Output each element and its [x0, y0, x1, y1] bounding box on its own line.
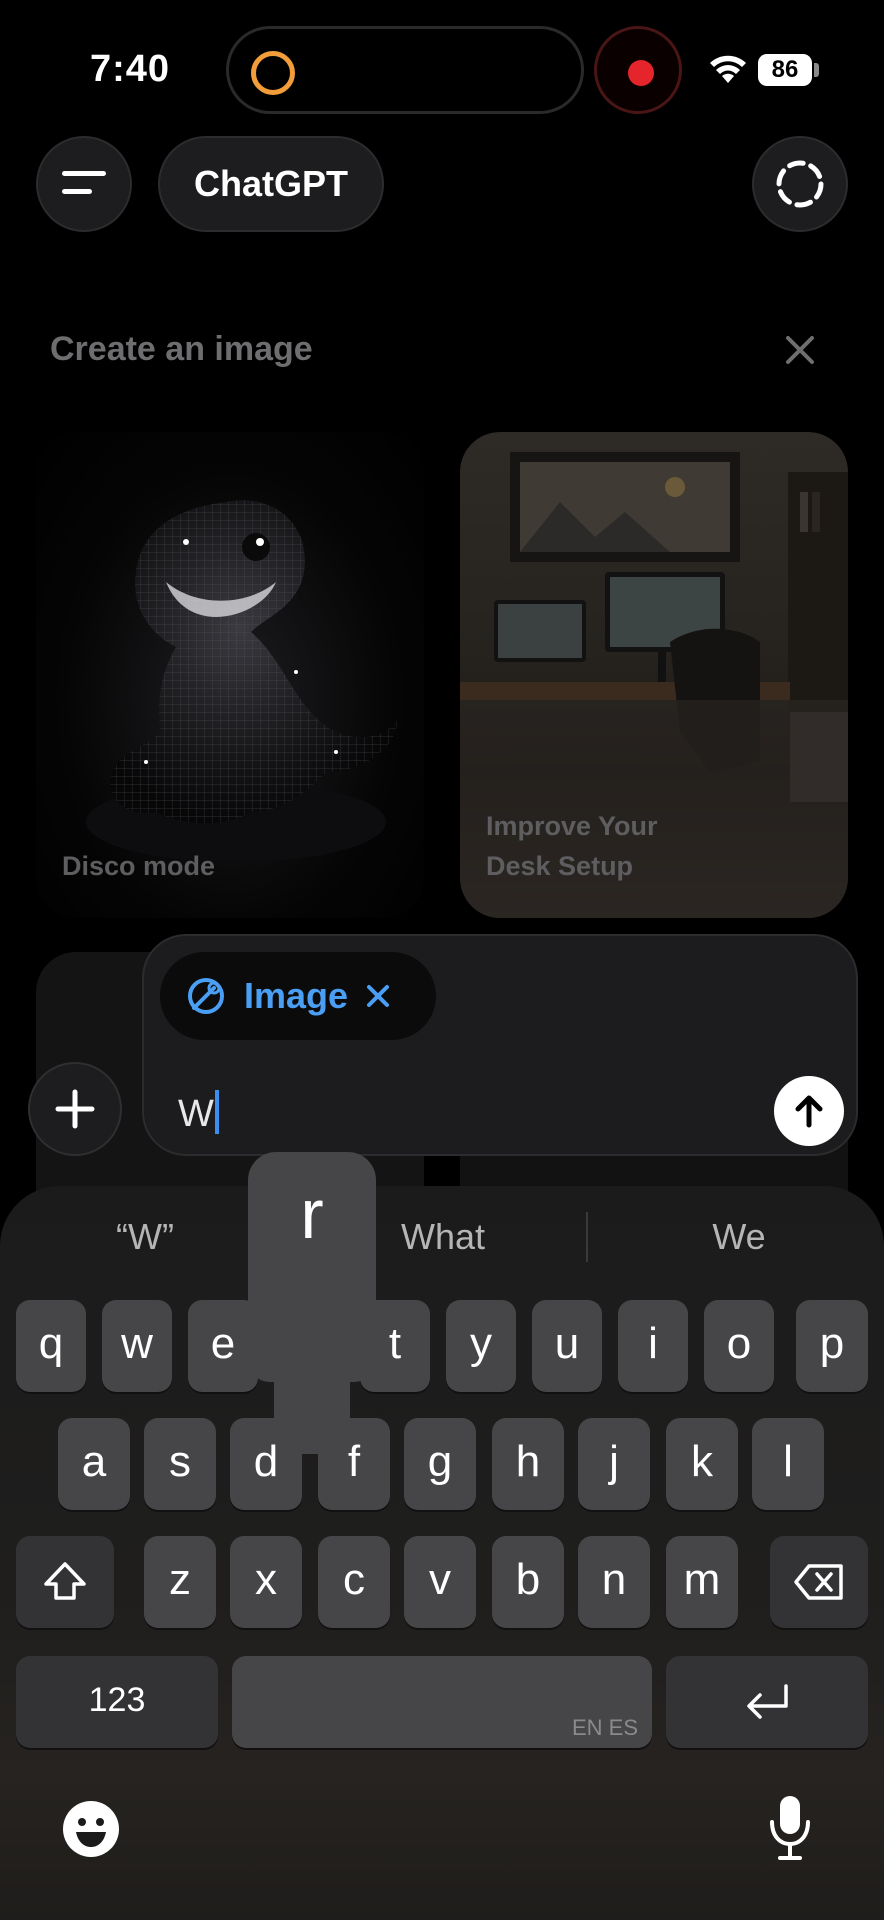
screen-recording-indicator[interactable] — [594, 26, 682, 114]
key-a[interactable]: a — [58, 1418, 130, 1510]
key-p[interactable]: p — [796, 1300, 868, 1392]
key-i[interactable]: i — [618, 1300, 688, 1392]
add-attachment-button[interactable] — [28, 1062, 122, 1156]
sidebar-menu-button[interactable] — [36, 136, 132, 232]
key-g[interactable]: g — [404, 1418, 476, 1510]
suggestion-card-desk-setup[interactable]: Improve Your Desk Setup — [460, 432, 848, 918]
key-b[interactable]: b — [492, 1536, 564, 1628]
microphone-icon[interactable] — [768, 1794, 812, 1862]
key-y[interactable]: y — [446, 1300, 516, 1392]
card-label: Disco mode — [62, 851, 216, 881]
palette-icon — [188, 978, 224, 1014]
suggestion-we[interactable]: We — [634, 1216, 844, 1258]
image-tool-chip[interactable]: Image — [160, 952, 436, 1040]
key-k[interactable]: k — [666, 1418, 738, 1510]
key-s[interactable]: s — [144, 1418, 216, 1510]
shift-icon — [44, 1562, 86, 1600]
menu-icon — [62, 171, 106, 197]
dashed-circle-icon — [776, 160, 824, 208]
key-c[interactable]: c — [318, 1536, 390, 1628]
emoji-icon[interactable] — [62, 1800, 120, 1858]
temporary-chat-button[interactable] — [752, 136, 848, 232]
model-selector[interactable]: ChatGPT — [158, 136, 385, 232]
key-w[interactable]: w — [102, 1300, 172, 1392]
numbers-key[interactable]: 123 — [16, 1656, 218, 1748]
key-q[interactable]: q — [16, 1300, 86, 1392]
message-input[interactable]: W — [178, 1090, 219, 1136]
space-key[interactable]: EN ES — [232, 1656, 652, 1748]
dynamic-island — [226, 26, 584, 114]
arrow-up-icon — [795, 1095, 823, 1128]
plus-icon — [55, 1089, 95, 1129]
chip-label: Image — [244, 975, 349, 1016]
text-cursor — [214, 1090, 219, 1134]
key-j[interactable]: j — [578, 1418, 650, 1510]
battery-tip — [814, 63, 819, 77]
wifi-icon — [710, 55, 746, 83]
message-input-value: W — [178, 1093, 214, 1135]
section-heading: Create an image — [50, 330, 313, 368]
status-bar: 7:40 86 — [0, 0, 884, 140]
key-l[interactable]: l — [752, 1418, 824, 1510]
key-f[interactable]: f — [318, 1418, 390, 1510]
key-z[interactable]: z — [144, 1536, 216, 1628]
delete-key[interactable] — [770, 1536, 868, 1628]
key-d[interactable]: d — [230, 1418, 302, 1510]
suggestion-bar: “W” What We — [0, 1186, 884, 1292]
card-label: Improve Your Desk Setup — [486, 811, 658, 881]
key-n[interactable]: n — [578, 1536, 650, 1628]
key-press-preview: r — [248, 1152, 376, 1382]
key-h[interactable]: h — [492, 1418, 564, 1510]
remove-chip-icon[interactable] — [364, 982, 392, 1010]
suggestion-card-disco-mode[interactable]: Disco mode — [36, 432, 424, 918]
status-time: 7:40 — [90, 48, 171, 90]
record-dot-icon — [628, 60, 654, 86]
close-icon[interactable] — [780, 330, 820, 370]
message-composer: Image W — [142, 934, 858, 1156]
return-key[interactable] — [666, 1656, 868, 1748]
activity-ring-icon — [251, 51, 295, 95]
on-screen-keyboard: “W” What We q w e t y u i o p r a s d f … — [0, 1152, 884, 1920]
suggestion-quoted[interactable]: “W” — [40, 1216, 250, 1258]
key-x[interactable]: x — [230, 1536, 302, 1628]
pressed-key-letter: r — [300, 1175, 324, 1253]
key-v[interactable]: v — [404, 1536, 476, 1628]
send-button[interactable] — [774, 1076, 844, 1146]
return-icon — [747, 1684, 788, 1719]
key-m[interactable]: m — [666, 1536, 738, 1628]
language-hint: EN ES — [571, 1715, 638, 1740]
key-o[interactable]: o — [704, 1300, 774, 1392]
key-u[interactable]: u — [532, 1300, 602, 1392]
backspace-icon — [794, 1564, 843, 1600]
battery-icon: 86 — [758, 54, 812, 86]
suggestion-divider — [586, 1212, 588, 1262]
shift-key[interactable] — [16, 1536, 114, 1628]
